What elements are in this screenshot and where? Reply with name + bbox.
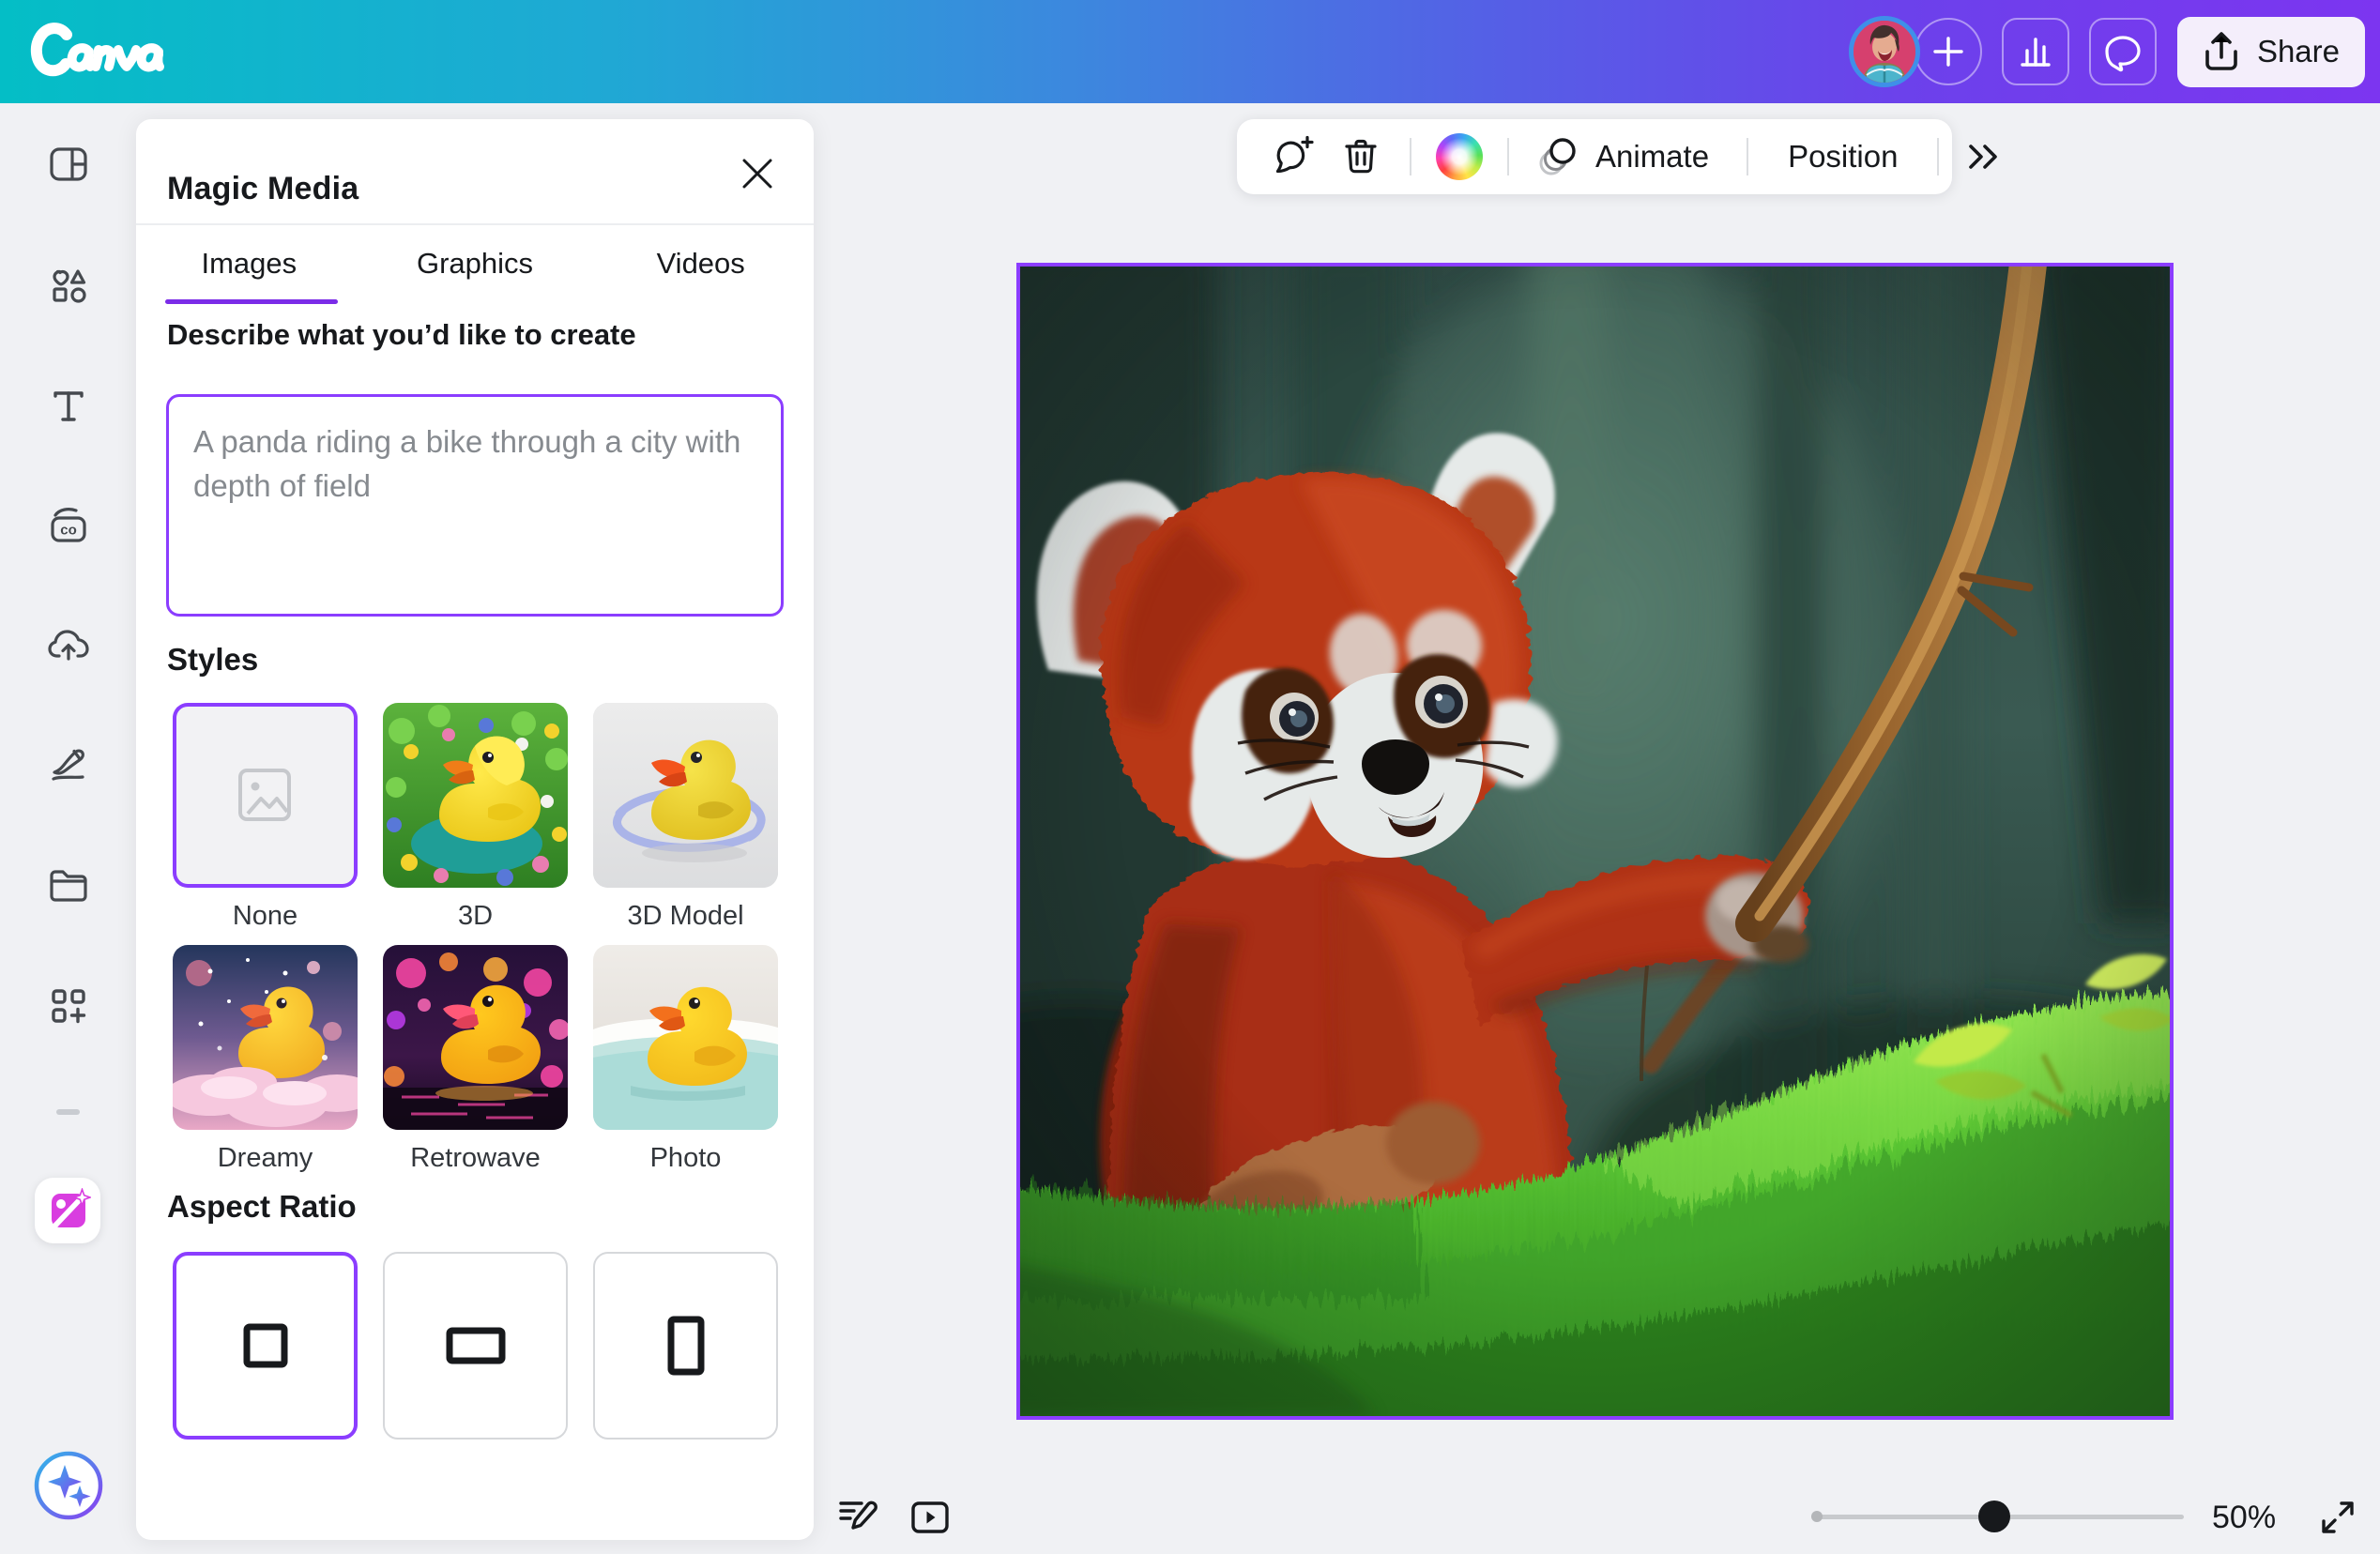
svg-text:co: co	[60, 523, 77, 539]
